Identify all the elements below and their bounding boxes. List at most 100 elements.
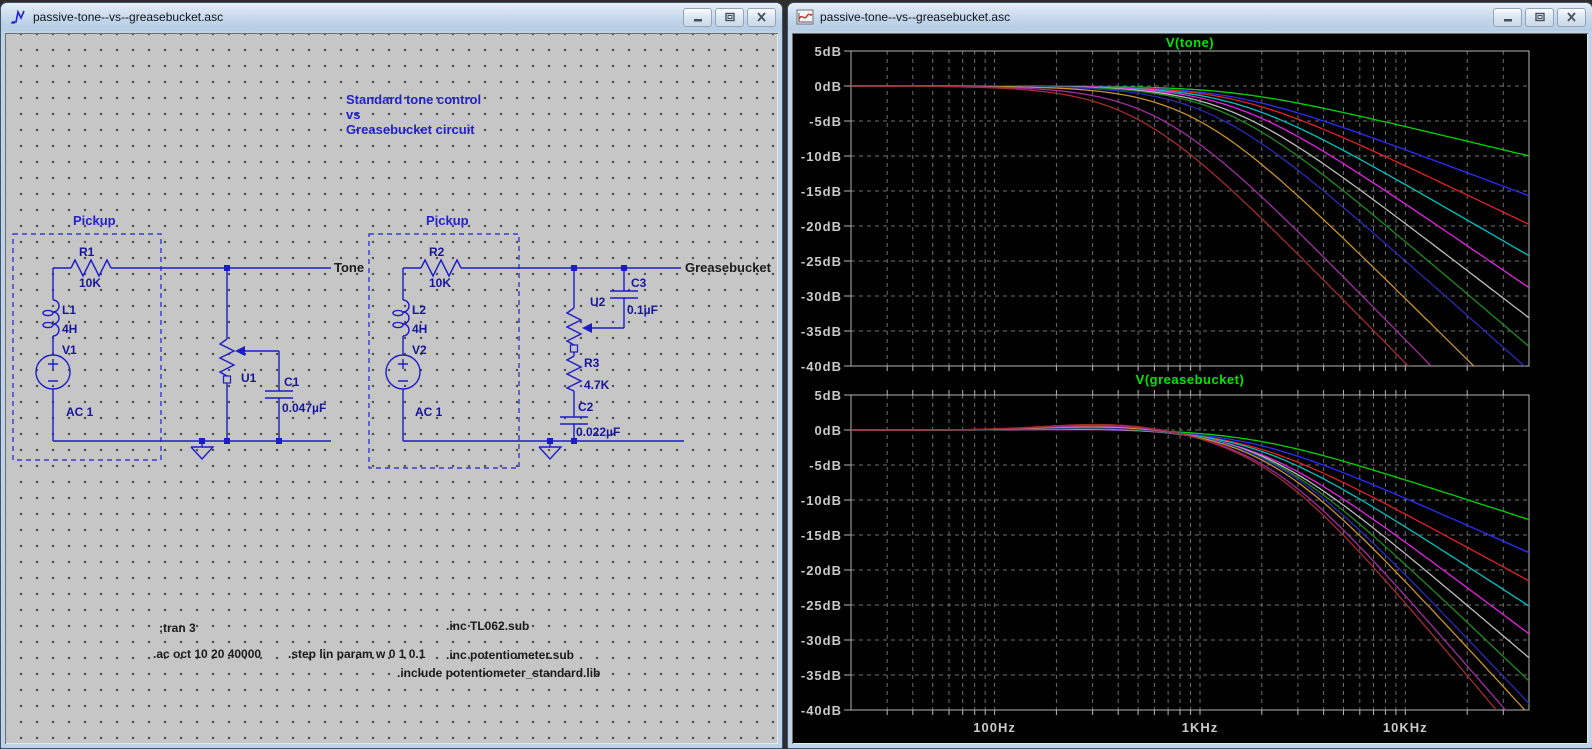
svg-text:V1: V1 — [62, 343, 77, 357]
y-tick-label: -15dB — [801, 184, 842, 199]
wires-circuit-2[interactable] — [402, 267, 684, 447]
trace-run-10 — [851, 425, 1507, 710]
trace-run-5 — [851, 428, 1529, 635]
y-tick-label: -5dB — [809, 458, 842, 473]
inductor-l1[interactable]: L1 4H — [42, 299, 77, 337]
directive-tran[interactable]: ;tran 3 — [159, 621, 196, 635]
y-tick-label: -40dB — [801, 359, 842, 374]
directive-step[interactable]: .step lin param w 0 1 0.1 — [288, 647, 426, 661]
svg-text:10K: 10K — [79, 276, 101, 290]
waveform-window-titlebar[interactable]: passive-tone--vs--greasebucket.asc — [788, 3, 1592, 31]
minimize-button[interactable] — [1493, 7, 1522, 27]
restore-button[interactable] — [715, 7, 744, 27]
trace-run-1 — [851, 429, 1529, 521]
svg-text:U1: U1 — [241, 371, 257, 385]
wiper-arrow-icon — [235, 346, 245, 356]
y-tick-label: -35dB — [801, 324, 842, 339]
voltage-source-v2[interactable]: V2 AC 1 — [385, 343, 443, 419]
trace-run-4 — [851, 428, 1529, 607]
waveform-plot-canvas[interactable]: 5dB 0dB -5dB -10dB -15dB -20dB -25dB -30dB -35dB… — [792, 33, 1588, 744]
wires-circuit-1[interactable] — [52, 267, 331, 447]
trace-run-7 — [851, 427, 1529, 682]
y-tick-label: 5dB — [814, 388, 842, 403]
capacitor-c2[interactable]: C2 0.022µF — [560, 400, 620, 439]
junction — [621, 265, 627, 271]
inductor-l2[interactable]: L2 4H — [392, 299, 427, 337]
junction — [224, 438, 230, 444]
wiper-arrow-icon — [582, 323, 592, 333]
schematic-annotation[interactable]: Standard tone control vs Greasebucket ci… — [346, 92, 481, 137]
y-tick-label: -25dB — [801, 254, 842, 269]
schematic-window-titlebar[interactable]: passive-tone--vs--greasebucket.asc — [1, 3, 782, 31]
x-tick-label: 100Hz — [973, 720, 1016, 735]
pane-title[interactable]: V(tone) — [1166, 35, 1214, 50]
minimize-icon — [693, 18, 702, 21]
junction — [547, 438, 553, 444]
directive-inc-tl062[interactable]: .inc TL062.sub — [446, 619, 529, 633]
svg-text:4H: 4H — [412, 322, 427, 336]
svg-text:0.1µF: 0.1µF — [627, 303, 658, 317]
directive-include-pot-std[interactable]: .include potentiometer_standard.lib — [397, 666, 600, 680]
resistor-r1[interactable]: R1 10K — [70, 245, 112, 290]
pane-title[interactable]: V(greasebucket) — [1136, 372, 1245, 387]
svg-text:Greasebucket circuit: Greasebucket circuit — [346, 122, 475, 137]
y-tick-label: -30dB — [801, 289, 842, 304]
schematic-drawing: Standard tone control vs Greasebucket ci… — [12, 92, 772, 680]
schematic-window: passive-tone--vs--greasebucket.asc Stand… — [0, 2, 783, 749]
svg-text:R3: R3 — [584, 356, 600, 370]
svg-text:L2: L2 — [412, 303, 426, 317]
svg-text:L1: L1 — [62, 303, 76, 317]
pickup-box-2[interactable] — [368, 233, 520, 469]
y-tick-label: -10dB — [801, 149, 842, 164]
y-tick-label: -40dB — [801, 703, 842, 718]
y-tick-label: -5dB — [809, 114, 842, 129]
minimize-button[interactable] — [683, 7, 712, 27]
y-tick-label: 0dB — [814, 79, 842, 94]
close-icon — [757, 12, 766, 22]
junction — [199, 438, 205, 444]
svg-text:R2: R2 — [429, 245, 445, 259]
x-tick-label: 1KHz — [1182, 720, 1219, 735]
potentiometer-u2[interactable]: U2 — [565, 295, 606, 353]
directive-inc-pot[interactable]: .inc potentiometer.sub — [446, 648, 574, 662]
trace-run-2 — [851, 85, 1529, 197]
directive-ac[interactable]: .ac oct 10 20 40000 — [153, 647, 261, 661]
ground-symbol-1[interactable] — [190, 446, 215, 461]
y-tick-label: -35dB — [801, 668, 842, 683]
ground-symbol-2[interactable] — [538, 446, 563, 461]
svg-text:C1: C1 — [284, 375, 300, 389]
net-label-greasebucket[interactable]: Greasebucket — [685, 260, 772, 275]
plot-pane-1[interactable]: 5dB 0dB -5dB -10dB -15dB -20dB -25dB -30dB -35dB… — [801, 372, 1530, 744]
y-tick-label: 5dB — [814, 44, 842, 59]
y-tick-label: -15dB — [801, 528, 842, 543]
circuit-greasebucket: Pickup R2 10K L2 4H V2 AC 1 U2 C3 0.1µF … — [368, 213, 772, 469]
resistor-r2[interactable]: R2 10K — [420, 245, 462, 290]
plot-pane-0[interactable]: 5dB 0dB -5dB -10dB -15dB -20dB -25dB -30dB -35dB… — [801, 35, 1530, 489]
close-button[interactable] — [747, 7, 776, 27]
close-icon — [1567, 12, 1576, 22]
capacitor-c1[interactable]: C1 0.047µF — [265, 375, 326, 415]
svg-text:C2: C2 — [578, 400, 594, 414]
waveform-window: passive-tone--vs--greasebucket.asc 5dB 0d… — [787, 2, 1592, 749]
junction — [571, 265, 577, 271]
trace-run-9 — [851, 85, 1475, 366]
resistor-r3[interactable]: R3 4.7K — [565, 355, 610, 392]
svg-text:AC 1: AC 1 — [66, 405, 94, 419]
window-title: passive-tone--vs--greasebucket.asc — [820, 10, 1011, 24]
trace-run-2 — [851, 429, 1529, 554]
trace-run-8 — [851, 427, 1529, 704]
voltage-source-v1[interactable]: V1 AC 1 — [35, 343, 94, 419]
close-button[interactable] — [1557, 7, 1586, 27]
junction — [276, 438, 282, 444]
trace-run-11 — [851, 85, 1410, 366]
waveform-plot-svg: 5dB 0dB -5dB -10dB -15dB -20dB -25dB -30dB -35dB… — [801, 35, 1530, 744]
pickup-label-1[interactable]: Pickup — [73, 213, 116, 228]
desktop: { "left_window": { "title": "passive-ton… — [0, 0, 1592, 749]
potentiometer-u1[interactable]: U1 — [218, 338, 257, 385]
svg-text:R1: R1 — [79, 245, 95, 259]
restore-button[interactable] — [1525, 7, 1554, 27]
schematic-canvas[interactable]: Standard tone control vs Greasebucket ci… — [5, 33, 778, 744]
pickup-label-2[interactable]: Pickup — [426, 213, 469, 228]
capacitor-c3[interactable]: C3 0.1µF — [610, 276, 658, 317]
net-label-tone[interactable]: Tone — [334, 260, 364, 275]
